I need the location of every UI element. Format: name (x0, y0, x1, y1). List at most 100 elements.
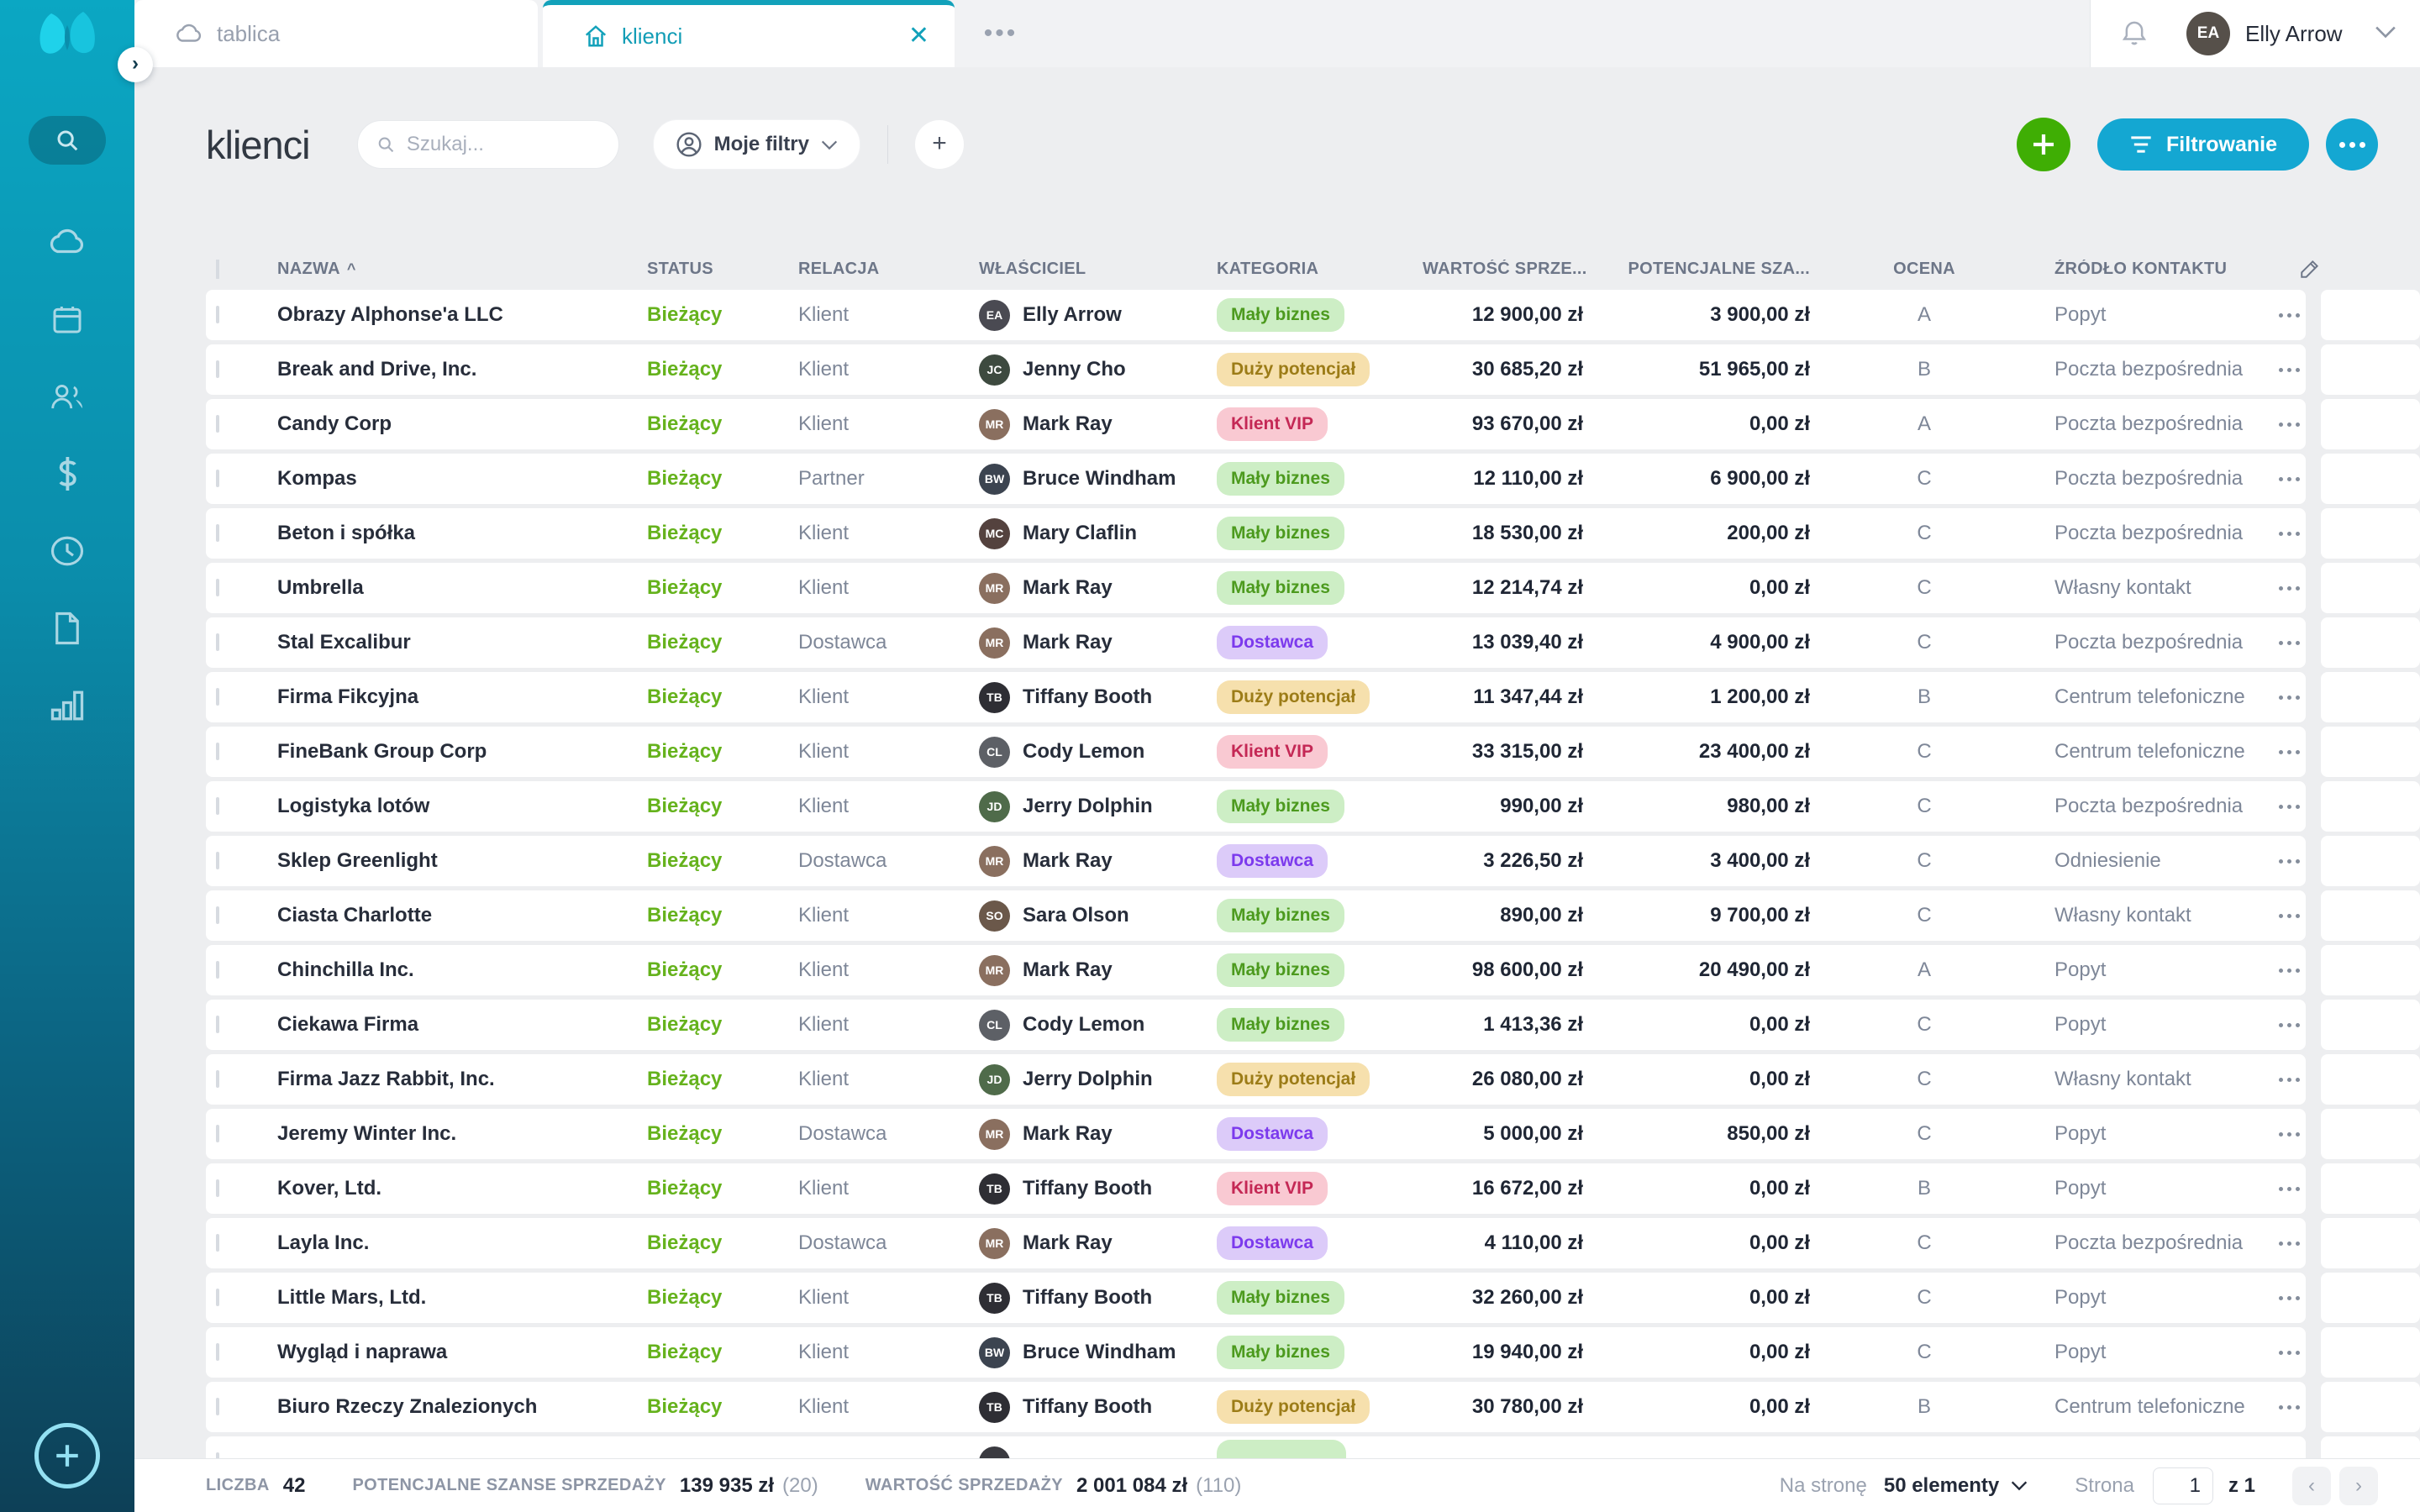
tab-tablica[interactable]: tablica (134, 0, 538, 67)
my-filters-dropdown[interactable]: Moje filtry (653, 119, 860, 170)
column-header-ocena[interactable]: OCENA (1815, 260, 2033, 279)
row-menu-button[interactable] (2273, 1242, 2306, 1246)
filter-button[interactable]: Filtrowanie (2097, 118, 2309, 171)
row-menu-button[interactable] (2273, 1023, 2306, 1027)
table-row[interactable]: Ciasta Charlotte Bieżący Klient SO Sara … (206, 890, 2420, 941)
row-menu-button[interactable] (2273, 368, 2306, 372)
row-checkbox[interactable] (216, 415, 219, 433)
column-header-potencjalne[interactable]: POTENCJALNE SZA... (1588, 260, 1815, 279)
add-client-button[interactable] (2017, 118, 2070, 171)
client-name[interactable]: Biuro Rzeczy Znalezionych (277, 1395, 647, 1419)
table-row[interactable]: Little Mars, Ltd. Bieżący Klient TB Tiff… (206, 1273, 2420, 1323)
table-row[interactable]: FineBank Group Corp Bieżący Klient CL Co… (206, 727, 2420, 777)
select-all-checkbox[interactable] (216, 260, 219, 279)
client-name[interactable]: Kover, Ltd. (277, 1177, 647, 1200)
table-row[interactable]: Chinchilla Inc. Bieżący Klient MR Mark R… (206, 945, 2420, 995)
client-name[interactable]: Sklep Greenlight (277, 849, 647, 873)
row-checkbox[interactable] (216, 1398, 219, 1415)
table-row[interactable]: Layla Inc. Bieżący Dostawca MR Mark Ray … (206, 1218, 2420, 1268)
sidebar-item-calendar[interactable] (0, 299, 134, 339)
row-checkbox[interactable] (216, 1125, 219, 1142)
table-row[interactable]: Ciekawa Firma Bieżący Klient CL Cody Lem… (206, 1000, 2420, 1050)
table-row[interactable]: Wygląd i naprawa Bieżący Klient BW Bruce… (206, 1327, 2420, 1378)
row-menu-button[interactable] (2273, 859, 2306, 864)
search-input[interactable] (405, 132, 600, 157)
table-row[interactable]: Logistyka lotów Bieżący Klient JD Jerry … (206, 781, 2420, 832)
table-row[interactable]: Jeremy Winter Inc. Bieżący Dostawca MR M… (206, 1109, 2420, 1159)
row-menu-button[interactable] (2273, 1132, 2306, 1137)
sidebar-item-reports[interactable] (0, 685, 134, 726)
row-checkbox[interactable] (216, 961, 219, 979)
table-row[interactable]: Stal Excalibur Bieżący Dostawca MR Mark … (206, 617, 2420, 668)
user-avatar[interactable]: EA (2186, 12, 2230, 55)
table-row[interactable]: Obrazy Alphonse'a LLC Bieżący Klient EA … (206, 290, 2420, 340)
table-row[interactable]: Biuro Rzeczy Znalezionych Bieżący Klient… (206, 1382, 2420, 1432)
client-name[interactable]: Beton i spółka (277, 522, 647, 545)
client-name[interactable]: Stal Excalibur (277, 631, 647, 654)
client-name[interactable]: Wygląd i naprawa (277, 1341, 647, 1364)
table-row[interactable]: Firma Fikcyjna Bieżący Klient TB Tiffany… (206, 672, 2420, 722)
row-checkbox[interactable] (216, 852, 219, 869)
client-name[interactable]: Layla Inc. (277, 1231, 647, 1255)
client-name[interactable]: Firma Fikcyjna (277, 685, 647, 709)
chevron-down-icon[interactable] (2375, 25, 2396, 43)
more-actions-button[interactable] (2326, 118, 2378, 171)
row-menu-button[interactable] (2273, 532, 2306, 536)
row-checkbox[interactable] (216, 633, 219, 651)
table-row[interactable]: Sklep Greenlight Bieżący Dostawca MR Mar… (206, 836, 2420, 886)
tab-klienci[interactable]: klienci ✕ (543, 0, 955, 67)
row-menu-button[interactable] (2273, 1187, 2306, 1191)
client-name[interactable]: Firma Jazz Rabbit, Inc. (277, 1068, 647, 1091)
row-menu-button[interactable] (2273, 1405, 2306, 1410)
row-checkbox[interactable] (216, 306, 219, 323)
row-checkbox[interactable] (216, 906, 219, 924)
row-menu-button[interactable] (2273, 914, 2306, 918)
row-menu-button[interactable] (2273, 313, 2306, 318)
column-header-kategoria[interactable]: KATEGORIA (1217, 260, 1423, 279)
column-header-wartosc[interactable]: WARTOŚĆ SPRZE... (1423, 260, 1588, 279)
client-name[interactable]: Jeremy Winter Inc. (277, 1122, 647, 1146)
sidebar-expand-button[interactable]: › (118, 47, 153, 82)
sidebar-item-dashboard[interactable] (0, 222, 134, 262)
client-name[interactable]: Chinchilla Inc. (277, 958, 647, 982)
page-number-input[interactable] (2153, 1467, 2213, 1504)
notifications-button[interactable] (2121, 19, 2148, 48)
table-row[interactable]: Break and Drive, Inc. Bieżący Klient JC … (206, 344, 2420, 395)
sidebar-search-button[interactable] (29, 116, 106, 165)
add-filter-view-button[interactable]: + (915, 120, 964, 169)
row-checkbox[interactable] (216, 743, 219, 760)
table-row[interactable]: Beton i spółka Bieżący Klient MC Mary Cl… (206, 508, 2420, 559)
row-menu-button[interactable] (2273, 477, 2306, 481)
search-box[interactable] (357, 120, 619, 169)
sidebar-item-history[interactable] (0, 531, 134, 571)
row-menu-button[interactable] (2273, 423, 2306, 427)
previous-page-button[interactable]: ‹ (2292, 1467, 2331, 1505)
tab-overflow-menu[interactable]: ••• (955, 0, 1047, 67)
per-page-select[interactable]: 50 elementy (1884, 1474, 2028, 1498)
row-menu-button[interactable] (2273, 641, 2306, 645)
row-checkbox[interactable] (216, 360, 219, 378)
column-header-wlasciciel[interactable]: WŁAŚCICIEL (979, 260, 1217, 279)
client-name[interactable]: Ciekawa Firma (277, 1013, 647, 1037)
row-menu-button[interactable] (2273, 805, 2306, 809)
row-checkbox[interactable] (216, 579, 219, 596)
table-row[interactable]: Firma Jazz Rabbit, Inc. Bieżący Klient J… (206, 1054, 2420, 1105)
client-name[interactable]: Umbrella (277, 576, 647, 600)
row-checkbox[interactable] (216, 1070, 219, 1088)
row-menu-button[interactable] (2273, 586, 2306, 591)
column-header-zrodlo[interactable]: ŹRÓDŁO KONTAKTU (2033, 260, 2273, 279)
client-name[interactable]: FineBank Group Corp (277, 740, 647, 764)
row-checkbox[interactable] (216, 1343, 219, 1361)
row-menu-button[interactable] (2273, 1296, 2306, 1300)
sidebar-add-button[interactable] (34, 1423, 100, 1488)
row-menu-button[interactable] (2273, 1078, 2306, 1082)
sidebar-item-sales[interactable] (0, 454, 134, 494)
row-checkbox[interactable] (216, 797, 219, 815)
client-name[interactable]: Obrazy Alphonse'a LLC (277, 303, 647, 327)
row-menu-button[interactable] (2273, 696, 2306, 700)
row-menu-button[interactable] (2273, 750, 2306, 754)
sidebar-item-documents[interactable] (0, 608, 134, 648)
sidebar-item-contacts[interactable] (0, 376, 134, 417)
row-checkbox[interactable] (216, 1016, 219, 1033)
row-checkbox[interactable] (216, 1234, 219, 1252)
